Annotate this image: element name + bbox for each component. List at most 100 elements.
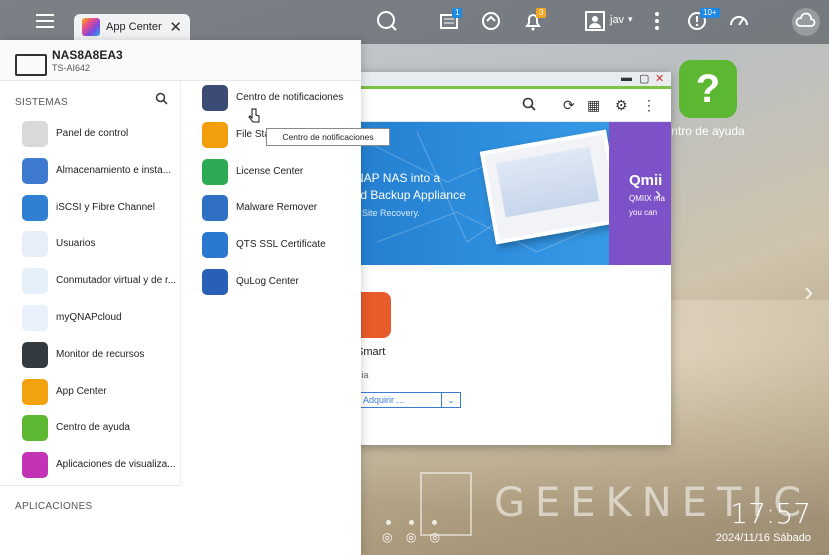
qmiix-promo[interactable]: Qmii QMIIX ma you can bbox=[609, 122, 671, 265]
desktop-clock: 17:57 bbox=[730, 497, 811, 530]
menu-item-icon bbox=[22, 305, 48, 331]
menu-item-icon bbox=[22, 415, 48, 442]
menu-item-icon bbox=[22, 341, 48, 368]
menu-item[interactable]: Panel de control bbox=[22, 121, 172, 151]
menu-item-icon bbox=[22, 231, 48, 258]
menu-item-label: Centro de ayuda bbox=[56, 422, 130, 434]
main-menu-panel: NAS8A8EA3 TS-AI642 SISTEMAS Panel de con… bbox=[0, 40, 361, 555]
maximize-icon[interactable]: ▢ bbox=[639, 72, 649, 85]
nas-model: TS-AI642 bbox=[52, 63, 91, 73]
tasks-badge: 1 bbox=[452, 8, 463, 18]
menu-header: NAS8A8EA3 TS-AI642 bbox=[0, 40, 361, 81]
chevron-down-icon[interactable]: ⌄ bbox=[441, 392, 461, 408]
menu-item[interactable]: App Center bbox=[22, 378, 172, 409]
menu-item-label: Centro de notificaciones bbox=[236, 92, 344, 103]
section-systems: SISTEMAS bbox=[15, 97, 68, 108]
get-button-label: Adquirir ... bbox=[363, 395, 405, 405]
banner-line-2: ged Backup Appliance bbox=[347, 188, 466, 202]
window-close-icon[interactable]: ✕ bbox=[655, 72, 664, 85]
taskbar: App Center ✕ 1 3 jav ▾ 10+ bbox=[0, 0, 829, 44]
menu-item[interactable]: myQNAPcloud bbox=[22, 305, 172, 335]
menu-item-label: Usuarios bbox=[56, 238, 96, 250]
menu-section-divider bbox=[0, 485, 180, 486]
refresh-icon[interactable]: ⟳ bbox=[563, 97, 575, 114]
menu-item-icon bbox=[22, 121, 48, 147]
tab-app-center[interactable]: App Center ✕ bbox=[74, 14, 190, 42]
menu-item[interactable]: Aplicaciones de visualiza... bbox=[22, 452, 176, 482]
app-center-icon bbox=[82, 18, 100, 36]
menu-item-label: Malware Remover bbox=[236, 202, 318, 214]
more-icon[interactable] bbox=[652, 10, 666, 34]
section-apps: APLICACIONES bbox=[15, 501, 93, 512]
menu-item-label: QTS SSL Certificate bbox=[236, 239, 326, 251]
menu-item-icon bbox=[22, 157, 48, 184]
menu-item[interactable]: Monitor de recursos bbox=[22, 341, 172, 372]
menu-item[interactable]: Centro de notificaciones bbox=[202, 85, 352, 115]
menu-item-label: App Center bbox=[56, 385, 107, 397]
desktop-help-label: ntro de ayuda bbox=[671, 124, 745, 138]
menu-item[interactable]: Malware Remover bbox=[202, 195, 352, 225]
watermark-logo bbox=[420, 472, 472, 536]
cloud-icon[interactable] bbox=[792, 8, 820, 36]
menu-icon[interactable] bbox=[34, 10, 58, 34]
menu-item-icon bbox=[202, 232, 228, 259]
user-icon bbox=[585, 11, 605, 31]
get-app-button[interactable]: Adquirir ... ⌄ bbox=[350, 392, 461, 408]
menu-item-icon bbox=[22, 452, 48, 479]
nas-name: NAS8A8EA3 bbox=[52, 48, 123, 62]
menu-item-label: iSCSI y Fibre Channel bbox=[56, 201, 155, 213]
menu-item-label: myQNAPcloud bbox=[56, 312, 122, 323]
events-badge: 10+ bbox=[700, 8, 720, 18]
menu-item[interactable]: License Center bbox=[202, 158, 352, 189]
sync-icon[interactable] bbox=[480, 10, 504, 34]
user-name: jav bbox=[610, 14, 625, 26]
more-options-icon[interactable]: ⋮ bbox=[642, 97, 656, 114]
bell-icon[interactable]: 3 bbox=[522, 8, 547, 34]
nas-icon bbox=[15, 54, 47, 76]
menu-item[interactable]: Almacenamiento e insta... bbox=[22, 157, 172, 188]
search-icon[interactable] bbox=[155, 92, 168, 108]
menu-item-label: License Center bbox=[236, 165, 304, 177]
qmiix-sub2: you can bbox=[629, 208, 658, 217]
menu-item[interactable]: QuLog Center bbox=[202, 269, 352, 299]
menu-item[interactable]: Conmutador virtual y de r... bbox=[22, 268, 176, 298]
banner-next-icon[interactable]: › bbox=[655, 184, 661, 205]
settings-gear-icon[interactable]: ⚙ bbox=[615, 97, 628, 114]
menu-item[interactable]: Centro de ayuda bbox=[22, 415, 172, 445]
menu-item-icon bbox=[202, 269, 228, 295]
menu-item[interactable]: QTS SSL Certificate bbox=[202, 232, 352, 262]
close-icon[interactable]: ✕ bbox=[169, 18, 182, 36]
tab-title: App Center bbox=[106, 21, 162, 33]
help-icon: ? bbox=[679, 60, 737, 118]
menu-item[interactable]: Usuarios bbox=[22, 231, 172, 261]
menu-item-icon bbox=[22, 378, 48, 405]
menu-item-label: File Sta bbox=[236, 128, 270, 140]
status-icon-2[interactable]: ◎ bbox=[406, 530, 416, 544]
search-icon[interactable] bbox=[522, 97, 536, 114]
menu-item-label: QuLog Center bbox=[236, 276, 299, 287]
menu-item-icon bbox=[22, 194, 48, 221]
menu-item-label: Conmutador virtual y de r... bbox=[56, 275, 177, 287]
menu-item-label: Monitor de recursos bbox=[56, 348, 145, 360]
banner-line-1: NAP NAS into a bbox=[355, 171, 441, 185]
mouse-cursor-icon bbox=[248, 108, 262, 129]
menu-column-divider bbox=[180, 80, 181, 485]
menu-item-icon bbox=[202, 121, 228, 148]
search-icon[interactable] bbox=[376, 10, 400, 34]
menu-item-icon bbox=[202, 85, 228, 111]
event-icon[interactable]: 10+ bbox=[686, 8, 720, 34]
chevron-down-icon: ▾ bbox=[628, 14, 633, 24]
dashboard-icon[interactable] bbox=[728, 10, 752, 34]
desktop-help-center[interactable]: ? ntro de ayuda bbox=[668, 60, 748, 138]
install-manual-icon[interactable]: ▦ bbox=[587, 97, 600, 114]
minimize-icon[interactable]: ▬ bbox=[621, 72, 632, 84]
menu-item-icon bbox=[22, 268, 48, 295]
menu-item-label: Aplicaciones de visualiza... bbox=[56, 459, 176, 471]
desktop-date: 2024/11/16 Sábado bbox=[715, 532, 811, 544]
menu-item-label: Almacenamiento e insta... bbox=[56, 164, 172, 176]
chevron-right-icon[interactable]: › bbox=[804, 276, 813, 308]
menu-item[interactable]: iSCSI y Fibre Channel bbox=[22, 194, 172, 225]
user-menu[interactable]: jav ▾ bbox=[584, 10, 636, 34]
status-icon-1[interactable]: ◎ bbox=[382, 530, 392, 544]
tasks-icon[interactable]: 1 bbox=[438, 8, 463, 34]
